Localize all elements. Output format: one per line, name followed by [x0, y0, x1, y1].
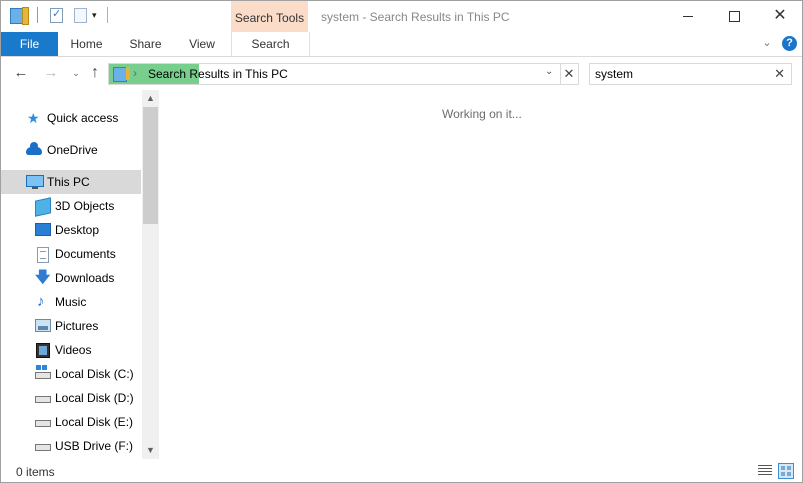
nav-item-desktop[interactable]: Desktop	[1, 218, 141, 242]
search-box[interactable]: system ✕	[589, 63, 792, 85]
videos-icon	[36, 343, 50, 358]
customize-toolbar-dropdown[interactable]: ▾	[92, 10, 97, 21]
new-folder-icon[interactable]	[72, 7, 88, 23]
nav-item-this-pc[interactable]: This PC	[1, 170, 141, 194]
minimize-icon	[683, 15, 693, 17]
nav-item-music[interactable]: ♪ Music	[1, 290, 141, 314]
tab-share[interactable]: Share	[118, 32, 173, 56]
forward-button[interactable]: →	[42, 64, 60, 82]
nav-item-label: Music	[55, 295, 87, 309]
breadcrumb-chevron-icon[interactable]: ›	[133, 66, 137, 80]
cube-icon	[35, 197, 51, 217]
nav-item-local-disk-c[interactable]: Local Disk (C:)	[1, 362, 141, 386]
nav-item-label: Local Disk (E:)	[55, 415, 134, 429]
nav-item-label: USB Drive (F:)	[55, 439, 133, 453]
back-button[interactable]: ←	[12, 64, 30, 82]
nav-pane-scrollbar[interactable]: ▲ ▼	[142, 90, 159, 459]
scroll-up-arrow-icon[interactable]: ▲	[142, 90, 159, 107]
scroll-down-arrow-icon[interactable]: ▼	[142, 442, 159, 459]
search-status-message: Working on it...	[442, 107, 522, 121]
nav-item-label: OneDrive	[47, 143, 98, 157]
toolbar-divider	[37, 7, 38, 23]
search-results-folder-icon	[113, 67, 130, 82]
address-history-dropdown[interactable]: ⌄	[545, 66, 553, 77]
properties-icon[interactable]	[48, 7, 64, 23]
close-button[interactable]: ✕	[757, 1, 803, 32]
nav-item-3d-objects[interactable]: 3D Objects	[1, 194, 141, 218]
search-tools-context-header: Search Tools	[231, 1, 308, 32]
stop-search-button[interactable]: ✕	[560, 63, 579, 85]
navigation-bar: ← → ⌄ ↑ › Search Results in This PC ⌄ ✕ …	[1, 57, 802, 89]
clear-search-icon[interactable]: ✕	[774, 66, 785, 82]
window-title: system - Search Results in This PC	[321, 10, 510, 24]
desktop-icon	[35, 223, 51, 236]
nav-item-local-disk-e[interactable]: Local Disk (E:)	[1, 410, 141, 434]
explorer-window: ▾ Search Tools system - Search Results i…	[0, 0, 803, 483]
maximize-button[interactable]	[711, 1, 757, 32]
details-view-icon[interactable]	[758, 465, 772, 476]
quick-access-toolbar: ▾	[9, 7, 108, 25]
large-icons-view-icon[interactable]	[778, 463, 794, 479]
recent-locations-dropdown[interactable]: ⌄	[67, 64, 85, 82]
item-count: 0 items	[16, 465, 55, 479]
nav-item-label: Local Disk (C:)	[55, 367, 134, 381]
nav-item-label: Videos	[55, 343, 92, 357]
up-button[interactable]: ↑	[86, 64, 104, 82]
usb-drive-icon	[35, 444, 51, 451]
nav-item-label: Downloads	[55, 271, 115, 285]
nav-item-local-disk-d[interactable]: Local Disk (D:)	[1, 386, 141, 410]
drive-icon	[35, 420, 51, 427]
ribbon-tabs: File Home Share View Search ⌄ ?	[1, 32, 802, 57]
expand-ribbon-chevron-icon[interactable]: ⌄	[761, 37, 773, 49]
nav-item-quick-access[interactable]: ★ Quick access	[1, 106, 141, 130]
toolbar-divider	[106, 7, 108, 23]
star-icon: ★	[27, 110, 40, 126]
scrollbar-thumb[interactable]	[143, 107, 158, 224]
nav-item-label: Local Disk (D:)	[55, 391, 134, 405]
nav-item-usb-drive-f[interactable]: USB Drive (F:)	[1, 434, 141, 458]
download-icon: 🡇	[35, 269, 51, 286]
tab-view[interactable]: View	[178, 32, 226, 56]
documents-icon	[37, 247, 49, 263]
system-drive-icon	[35, 365, 51, 379]
music-icon: ♪	[37, 293, 45, 310]
tab-search[interactable]: Search	[231, 32, 310, 56]
tab-home[interactable]: Home	[58, 32, 115, 56]
nav-item-label: Desktop	[55, 223, 100, 237]
nav-item-documents[interactable]: Documents	[1, 242, 141, 266]
nav-item-downloads[interactable]: 🡇 Downloads	[1, 266, 141, 290]
navigation-pane: ★ Quick access OneDrive This PC 3D Objec…	[1, 90, 159, 459]
help-icon[interactable]: ?	[782, 36, 797, 51]
computer-icon	[26, 175, 44, 189]
nav-item-label: Quick access	[47, 111, 119, 125]
pictures-icon	[35, 319, 51, 332]
nav-item-label: 3D Objects	[55, 199, 115, 213]
breadcrumb-location[interactable]: Search Results in This PC	[148, 67, 288, 81]
file-list-area[interactable]: Working on it...	[160, 90, 802, 459]
nav-item-label: Pictures	[55, 319, 99, 333]
nav-item-pictures[interactable]: Pictures	[1, 314, 141, 338]
nav-item-videos[interactable]: Videos	[1, 338, 141, 362]
drive-icon	[35, 396, 51, 403]
address-bar[interactable]: › Search Results in This PC ⌄	[108, 63, 561, 85]
tab-file[interactable]: File	[1, 32, 58, 56]
nav-item-label: This PC	[47, 175, 90, 189]
nav-item-onedrive[interactable]: OneDrive	[1, 138, 141, 162]
nav-item-label: Documents	[55, 247, 116, 261]
title-bar: ▾ Search Tools system - Search Results i…	[1, 1, 802, 32]
maximize-icon	[728, 10, 740, 22]
status-bar: 0 items	[1, 460, 802, 482]
folder-icon[interactable]	[9, 7, 29, 25]
search-input[interactable]: system	[595, 67, 633, 81]
minimize-button[interactable]	[665, 1, 711, 32]
cloud-icon	[26, 142, 42, 155]
